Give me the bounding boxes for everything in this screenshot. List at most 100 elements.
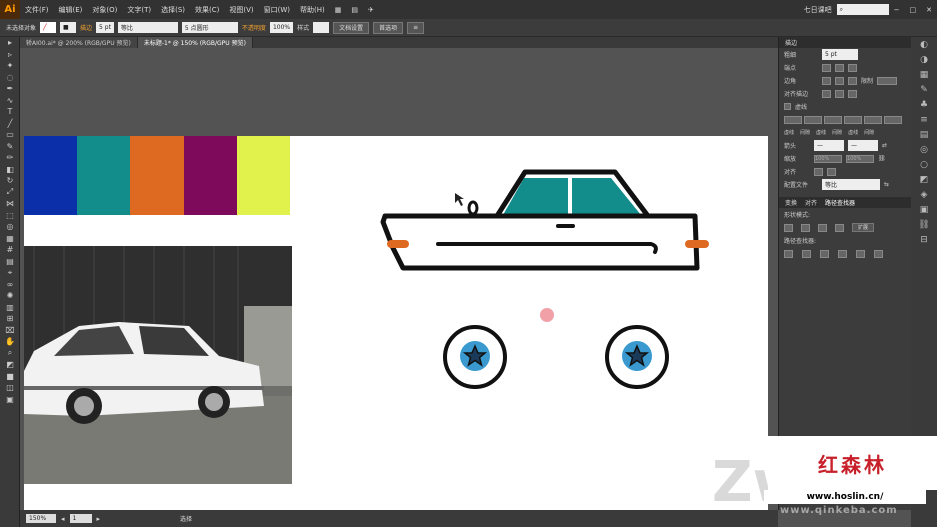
miter-join-icon[interactable] <box>822 76 831 85</box>
end-scale-field[interactable]: 100% <box>846 154 874 163</box>
align-inside-icon[interactable] <box>835 89 844 98</box>
style-swatch[interactable] <box>313 22 330 33</box>
menu-edit[interactable]: 编辑(E) <box>54 5 88 15</box>
vector-car-illustration[interactable] <box>375 160 720 400</box>
start-scale-field[interactable]: 100% <box>814 154 842 163</box>
bevel-join-icon[interactable] <box>848 76 857 85</box>
perspective-grid-tool-icon[interactable]: ▦ <box>0 233 20 245</box>
gradient-tool-icon[interactable]: ▤ <box>0 256 20 268</box>
preferences-button[interactable]: 首选项 <box>373 21 404 34</box>
mesh-tool-icon[interactable]: # <box>0 244 20 256</box>
swatch-purple[interactable] <box>183 136 237 215</box>
width-tool-icon[interactable]: ⋈ <box>0 198 20 210</box>
close-button[interactable]: ✕ <box>921 6 937 14</box>
brushes-panel-icon[interactable]: ✎ <box>911 82 937 97</box>
document-setup-button[interactable]: 文档设置 <box>333 21 370 34</box>
projecting-cap-icon[interactable] <box>848 63 857 72</box>
eyedropper-tool-icon[interactable]: ⌖ <box>0 267 20 279</box>
menu-window[interactable]: 窗口(W) <box>259 5 295 15</box>
color-guide-icon[interactable]: ◑ <box>911 52 937 67</box>
zoom-field[interactable]: 150% <box>26 514 56 523</box>
exclude-icon[interactable] <box>835 223 844 232</box>
align-outside-icon[interactable] <box>848 89 857 98</box>
slice-tool-icon[interactable]: ⌧ <box>0 325 20 337</box>
transparency-panel-icon[interactable]: ◎ <box>911 142 937 157</box>
free-transform-tool-icon[interactable]: ⬚ <box>0 210 20 222</box>
rectangle-tool-icon[interactable]: ▭ <box>0 129 20 141</box>
tab-document-2[interactable]: 未标题-1* @ 150% (RGB/GPU 预览) <box>137 37 253 48</box>
artboard-tool-icon[interactable]: ⊞ <box>0 313 20 325</box>
swatch-yellow[interactable] <box>236 136 291 215</box>
brush-definition[interactable]: 5 点圆形 <box>181 22 238 33</box>
gap-field-1[interactable] <box>804 115 822 124</box>
stroke-weight-field[interactable]: 5 pt <box>96 22 114 33</box>
type-tool-icon[interactable]: T <box>0 106 20 118</box>
rotate-tool-icon[interactable]: ↻ <box>0 175 20 187</box>
workspace-switcher[interactable]: 七日课吧 <box>799 5 837 15</box>
blend-tool-icon[interactable]: ∞ <box>0 279 20 291</box>
gradient-panel-icon[interactable]: ▤ <box>911 127 937 142</box>
layers-panel-icon[interactable]: ◈ <box>911 187 937 202</box>
dash-field-2[interactable] <box>824 115 842 124</box>
dashed-line-checkbox[interactable] <box>784 103 791 110</box>
pen-tool-icon[interactable]: ✒ <box>0 83 20 95</box>
menu-view[interactable]: 视图(V) <box>224 5 258 15</box>
dash-field-1[interactable] <box>784 115 802 124</box>
align-center-icon[interactable] <box>822 89 831 98</box>
start-arrowhead-select[interactable]: — <box>814 140 844 151</box>
arrow-extend-icon[interactable] <box>814 167 823 176</box>
color-mode-icon[interactable]: ■ <box>0 371 20 383</box>
swatches-panel-icon[interactable]: ▦ <box>911 67 937 82</box>
opacity-label[interactable]: 不透明度 <box>242 23 266 32</box>
minus-front-icon[interactable] <box>801 223 810 232</box>
paintbrush-tool-icon[interactable]: ✎ <box>0 141 20 153</box>
maximize-button[interactable]: □ <box>905 6 922 14</box>
hand-tool-icon[interactable]: ✋ <box>0 336 20 348</box>
menu-select[interactable]: 选择(S) <box>156 5 190 15</box>
selection-tool-icon[interactable]: ▸ <box>0 37 20 49</box>
zoom-tool-icon[interactable]: ⌕ <box>0 348 20 360</box>
merge-icon[interactable] <box>820 249 829 258</box>
next-artboard-icon[interactable]: ▸ <box>97 515 101 523</box>
screen-mode-icon[interactable]: ▣ <box>0 394 20 406</box>
arrange-icon[interactable]: ▤ <box>346 6 363 14</box>
swatch-teal[interactable] <box>77 136 131 215</box>
tab-document-1[interactable]: 轿AI00.ai* @ 200% (RGB/GPU 预览) <box>20 37 138 48</box>
symbol-sprayer-tool-icon[interactable]: ✺ <box>0 290 20 302</box>
unite-icon[interactable] <box>784 223 793 232</box>
outline-icon[interactable] <box>856 249 865 258</box>
car-drawing[interactable] <box>375 160 720 400</box>
reference-car-photo[interactable] <box>24 246 292 484</box>
tab-transform[interactable]: 变换 <box>785 198 797 207</box>
dash-field-3[interactable] <box>864 115 882 124</box>
tab-align[interactable]: 对齐 <box>805 198 817 207</box>
intersect-icon[interactable] <box>818 223 827 232</box>
pencil-tool-icon[interactable]: ✏ <box>0 152 20 164</box>
weight-field[interactable]: 5 pt <box>822 49 858 60</box>
limit-field[interactable] <box>877 76 898 85</box>
stroke-panel-tab[interactable]: 描边 <box>779 37 911 48</box>
flip-along-icon[interactable]: ⇆ <box>884 181 889 188</box>
swatch-orange[interactable] <box>130 136 184 215</box>
gap-field-2[interactable] <box>844 115 862 124</box>
menu-type[interactable]: 文字(T) <box>122 5 156 15</box>
swap-arrowhead-icon[interactable]: ⇄ <box>882 142 887 149</box>
drawing-mode-icon[interactable]: ◫ <box>0 382 20 394</box>
trim-icon[interactable] <box>802 249 811 258</box>
fill-swatch[interactable]: ╱ <box>40 22 57 33</box>
color-swatch-strip[interactable] <box>24 136 291 215</box>
artboard-number-field[interactable]: 1 <box>69 514 92 523</box>
butt-cap-icon[interactable] <box>822 63 831 72</box>
search-input[interactable]: ⌕ <box>836 4 889 15</box>
symbols-panel-icon[interactable]: ♣ <box>911 97 937 112</box>
color-panel-icon[interactable]: ◐ <box>911 37 937 52</box>
arrange-documents-icon[interactable]: ≡ <box>407 21 425 34</box>
arrow-place-icon[interactable] <box>827 167 836 176</box>
menu-effect[interactable]: 效果(C) <box>190 5 224 15</box>
artboards-panel-icon[interactable]: ▣ <box>911 202 937 217</box>
menu-help[interactable]: 帮助(H) <box>295 5 330 15</box>
prev-artboard-icon[interactable]: ◂ <box>61 515 65 523</box>
divide-icon[interactable] <box>784 249 793 258</box>
line-tool-icon[interactable]: ╱ <box>0 118 20 130</box>
shape-builder-tool-icon[interactable]: ◎ <box>0 221 20 233</box>
